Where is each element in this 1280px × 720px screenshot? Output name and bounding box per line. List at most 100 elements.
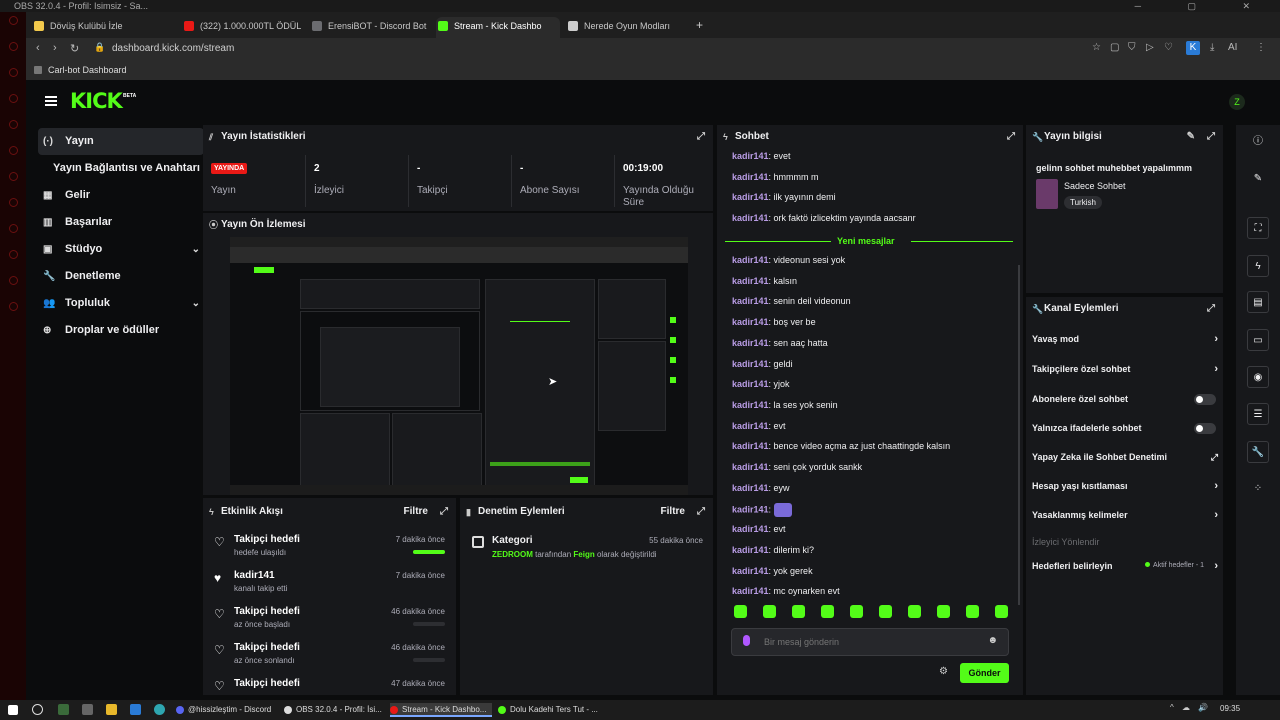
menu-icon[interactable]: ⋮ xyxy=(1256,42,1266,53)
emote-button[interactable] xyxy=(879,605,892,618)
external-link-icon[interactable]: ⤢ xyxy=(1211,447,1218,467)
sidebar-item[interactable]: 👥 Topluluk ⌄ xyxy=(38,290,204,317)
document-icon[interactable]: ▤ xyxy=(1247,291,1269,313)
capture-icon[interactable]: ⛶ xyxy=(1247,217,1269,239)
expand-icon[interactable]: ⤢ xyxy=(697,125,705,149)
chat-username[interactable]: kadir141 xyxy=(732,566,769,576)
chat-username[interactable]: kadir141 xyxy=(732,441,769,451)
channel-action-item[interactable]: Takipçilere özel sohbet › xyxy=(1032,359,1220,379)
taskbar-window[interactable]: Dolu Kadehi Ters Tut - ... xyxy=(498,703,600,717)
edit-icon[interactable]: ✎ xyxy=(1187,125,1195,149)
new-tab-button[interactable]: + xyxy=(696,18,703,32)
activity-event[interactable]: ♡ Takipçi hedefi hedefe ulaşıldı 7 dakika ö… xyxy=(203,534,455,570)
sidebar-item[interactable]: (·) Yayın xyxy=(38,128,204,155)
chat-username[interactable]: kadir141 xyxy=(732,317,769,327)
app-icon[interactable] xyxy=(58,704,69,715)
sidebar-item[interactable]: ⊕ Droplar ve ödüller xyxy=(38,317,204,344)
emote-button[interactable] xyxy=(995,605,1008,618)
chat-username[interactable]: kadir141 xyxy=(732,213,769,223)
expand-icon[interactable]: ⤢ xyxy=(1207,297,1215,321)
channel-action-item[interactable]: Yavaş mod › xyxy=(1032,329,1220,349)
chat-username[interactable]: kadir141 xyxy=(732,524,769,534)
sidebar-item[interactable]: 🔧 Denetleme xyxy=(38,263,204,290)
chat-message[interactable]: kadir141: geldi xyxy=(732,359,1012,369)
app-icon[interactable] xyxy=(130,704,141,715)
chat-username[interactable]: kadir141 xyxy=(732,338,769,348)
taskbar-window[interactable]: Stream - Kick Dashbo... xyxy=(390,703,492,717)
chevron-down-icon[interactable]: ⌄ xyxy=(192,236,200,263)
sidebar-item[interactable]: ▥ Başarılar xyxy=(38,209,204,236)
expand-icon[interactable]: ⤢ xyxy=(1207,125,1215,149)
taskbar-window[interactable]: @hissizleştim - Discord xyxy=(176,703,278,717)
chat-message[interactable]: kadir141: ork faktö izlicektim yayında a… xyxy=(732,213,1012,223)
chat-username[interactable]: kadir141 xyxy=(732,483,769,493)
broadcast-icon[interactable]: ◉ xyxy=(1247,366,1269,388)
app-icon[interactable] xyxy=(82,704,93,715)
shield-icon[interactable]: ⛉ xyxy=(1128,42,1136,53)
language-tag[interactable]: Turkish xyxy=(1064,196,1102,209)
profile-icon[interactable]: K xyxy=(1186,41,1200,55)
bookmark-icon[interactable]: ☆ xyxy=(1092,42,1101,53)
browser-tab[interactable]: Nerede Oyun Modları xyxy=(566,17,690,38)
chat-username[interactable]: kadir141 xyxy=(732,255,769,265)
stream-preview-video[interactable]: ➤ xyxy=(230,237,688,495)
system-tray-icons[interactable]: ^ ☁ 🔊 xyxy=(1170,703,1211,712)
chevron-down-icon[interactable]: ⌄ xyxy=(192,290,200,317)
chevron-right-icon[interactable]: › xyxy=(1214,476,1218,496)
chat-message[interactable]: kadir141: dilerim ki? xyxy=(732,545,1012,555)
folder-icon[interactable] xyxy=(106,704,117,715)
forward-icon[interactable]: › xyxy=(53,42,57,54)
back-icon[interactable]: ‹ xyxy=(36,42,40,54)
avatar[interactable]: Z xyxy=(1229,94,1245,110)
reload-icon[interactable]: ↻ xyxy=(70,42,79,55)
chat-message[interactable]: kadir141: eyw xyxy=(732,483,1012,493)
chat-username[interactable]: kadir141 xyxy=(732,462,769,472)
chevron-right-icon[interactable]: › xyxy=(1214,505,1218,525)
emote-button[interactable] xyxy=(734,605,747,618)
emote-button[interactable] xyxy=(792,605,805,618)
sidebar-item[interactable]: ▦ Gelir xyxy=(38,182,204,209)
activity-event[interactable]: ♡ Takipçi hedefi az önce başladı 46 dakika … xyxy=(203,606,455,642)
microphone-icon[interactable] xyxy=(743,635,750,646)
chat-message[interactable]: kadir141: evt xyxy=(732,421,1012,431)
emote-button[interactable] xyxy=(937,605,950,618)
play-icon[interactable]: ▷ xyxy=(1146,42,1154,53)
moderation-filter-button[interactable]: Filtre xyxy=(661,498,685,526)
chat-message[interactable]: kadir141: evt xyxy=(732,524,1012,534)
emote-button[interactable] xyxy=(908,605,921,618)
chat-message[interactable]: kadir141: senin deil videonun xyxy=(732,296,1012,306)
emote-button[interactable] xyxy=(763,605,776,618)
chat-username[interactable]: kadir141 xyxy=(732,276,769,286)
chat-input[interactable] xyxy=(764,635,974,649)
taskbar-window[interactable]: OBS 32.0.4 - Profil: İsi... xyxy=(284,703,386,717)
channel-action-item[interactable]: Abonelere özel sohbet xyxy=(1032,389,1220,409)
mod-target[interactable]: Feign xyxy=(573,550,594,559)
wrench-icon[interactable]: 🔧 xyxy=(1247,441,1269,463)
screenshot-icon[interactable]: ▢ xyxy=(1110,42,1119,53)
browser-tab[interactable]: ErensiBOT - Discord Bot xyxy=(310,17,428,38)
chat-message[interactable]: kadir141: ilk yayının demi xyxy=(732,192,1012,202)
chat-message[interactable]: kadir141: evet xyxy=(732,151,1012,161)
chat-message[interactable]: kadir141: seni çok yorduk sankk xyxy=(732,462,1012,472)
expand-icon[interactable]: ⤢ xyxy=(1007,125,1015,149)
chat-username[interactable]: kadir141 xyxy=(732,296,769,306)
ai-icon[interactable]: AI xyxy=(1228,42,1237,53)
chat-message[interactable]: kadir141: kalsın xyxy=(732,276,1012,286)
window-controls[interactable]: ─ ▢ ✕ xyxy=(1135,0,1272,12)
edge-icon[interactable] xyxy=(154,704,165,715)
expand-icon[interactable]: ⤢ xyxy=(440,498,448,526)
emoji-icon[interactable]: ☻ xyxy=(987,635,998,646)
chat-username[interactable]: kadir141 xyxy=(732,359,769,369)
chat-username[interactable]: kadir141 xyxy=(732,192,769,202)
activity-event[interactable]: ♥ kadir141 kanalı takip etti 7 dakika önce xyxy=(203,570,455,606)
emote-button[interactable] xyxy=(850,605,863,618)
chat-username[interactable]: kadir141 xyxy=(732,586,769,596)
chat-message[interactable]: kadir141: yjok xyxy=(732,379,1012,389)
sidebar-item[interactable]: ▣ Stüdyo ⌄ xyxy=(38,236,204,263)
search-icon[interactable] xyxy=(32,704,43,715)
chat-message[interactable]: kadir141: mc oynarken evt xyxy=(732,586,1012,596)
browser-tab[interactable]: Stream - Kick Dashbo xyxy=(436,17,560,38)
browser-tab[interactable]: (322) 1.000.000TL ÖDÜL xyxy=(182,17,302,38)
emote-button[interactable] xyxy=(966,605,979,618)
activity-filter-button[interactable]: Filtre xyxy=(404,498,428,526)
